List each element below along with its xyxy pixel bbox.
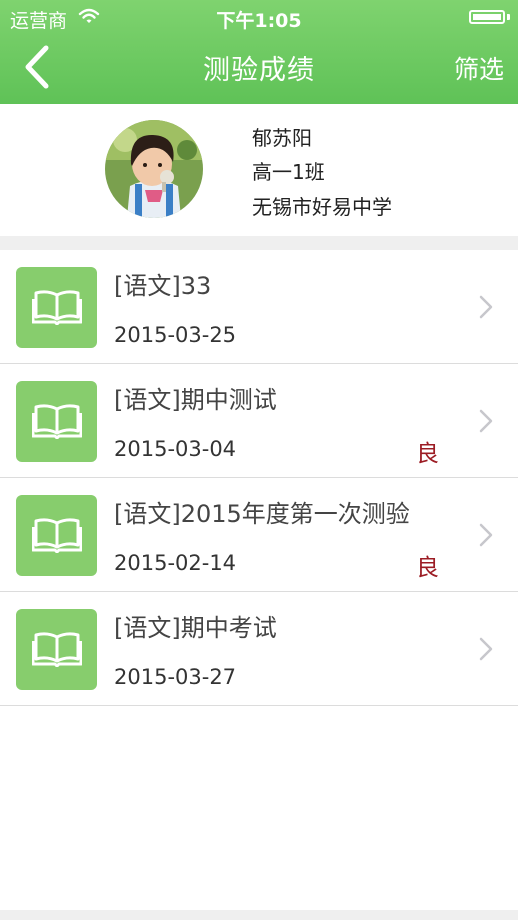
exam-grade: 良 xyxy=(416,555,439,581)
exam-title: [语文]期中测试 xyxy=(114,386,277,414)
navigation-bar: 运营商 下午1:05 测验成绩 筛选 xyxy=(0,0,518,104)
filter-button[interactable]: 筛选 xyxy=(454,50,504,86)
open-book-icon xyxy=(16,267,97,348)
open-book-icon xyxy=(16,495,97,576)
page-title: 测验成绩 xyxy=(203,55,315,86)
bottom-strip xyxy=(0,910,518,920)
exam-grade: 良 xyxy=(416,441,439,467)
open-book-icon xyxy=(16,381,97,462)
status-time: 下午1:05 xyxy=(216,10,302,32)
exam-row[interactable]: [语文]2015年度第一次测验 2015-02-14 良 xyxy=(0,478,518,592)
exam-date: 2015-03-04 xyxy=(114,437,237,461)
exam-row[interactable]: [语文]期中测试 2015-03-04 良 xyxy=(0,364,518,478)
chevron-right-icon xyxy=(479,523,493,547)
exam-date: 2015-03-27 xyxy=(114,665,237,689)
student-school: 无锡市好易中学 xyxy=(252,195,392,219)
chevron-right-icon xyxy=(479,295,493,319)
student-class: 高一1班 xyxy=(252,160,325,184)
section-divider xyxy=(0,236,518,250)
exam-date: 2015-02-14 xyxy=(114,551,237,575)
student-profile: 郁苏阳 高一1班 无锡市好易中学 xyxy=(0,104,518,236)
exam-list: [语文]33 2015-03-25 [语文]期中测试 2015-03-04 良 xyxy=(0,250,518,706)
battery-icon xyxy=(469,10,505,24)
exam-row[interactable]: [语文]33 2015-03-25 xyxy=(0,250,518,364)
student-name: 郁苏阳 xyxy=(252,126,312,150)
chevron-right-icon xyxy=(479,409,493,433)
exam-date: 2015-03-25 xyxy=(114,323,237,347)
status-bar: 运营商 下午1:05 xyxy=(0,0,518,34)
exam-row[interactable]: [语文]期中考试 2015-03-27 xyxy=(0,592,518,706)
battery-tip xyxy=(507,14,510,20)
exam-title: [语文]期中考试 xyxy=(114,614,277,642)
chevron-right-icon xyxy=(479,637,493,661)
avatar xyxy=(105,120,203,218)
exam-title: [语文]33 xyxy=(114,272,212,300)
open-book-icon xyxy=(16,609,97,690)
exam-title: [语文]2015年度第一次测验 xyxy=(114,500,410,528)
